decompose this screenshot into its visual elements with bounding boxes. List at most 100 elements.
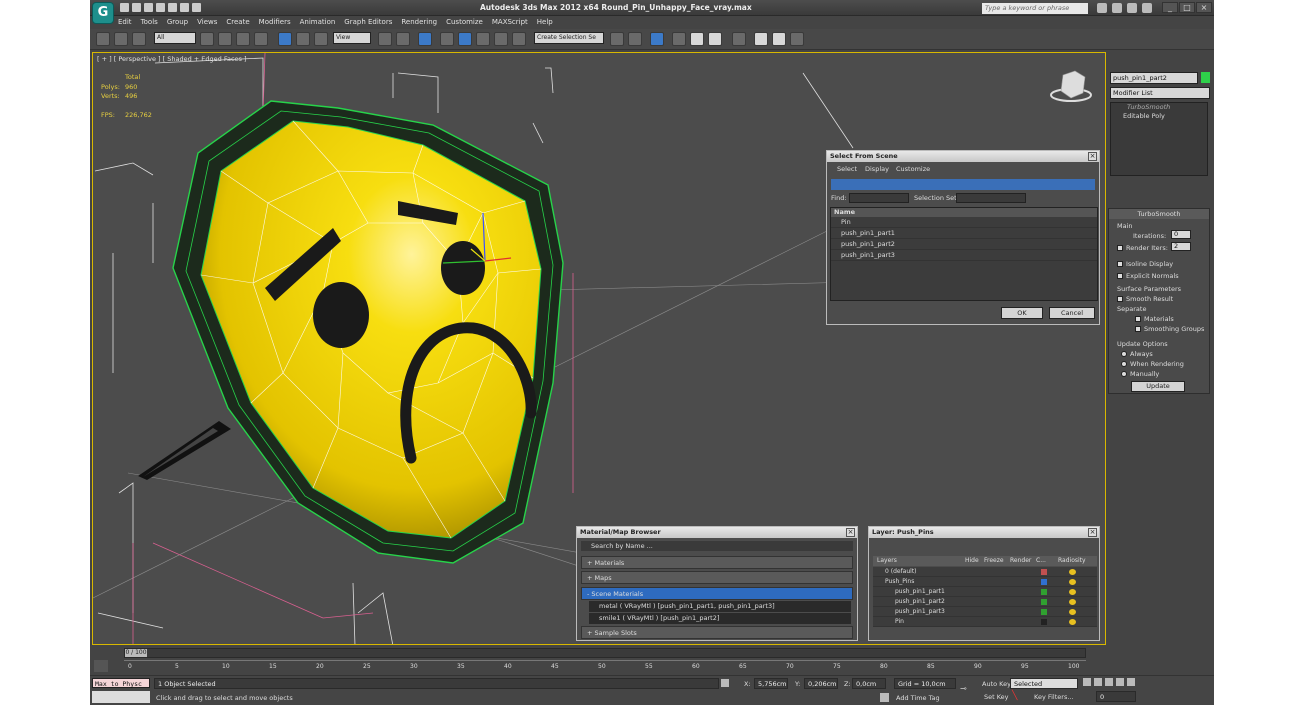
stack-item-editable-poly[interactable]: Editable Poly <box>1111 112 1207 121</box>
key-mode-dropdown[interactable]: Selected <box>1010 678 1078 689</box>
app-logo-button[interactable]: G <box>92 2 114 24</box>
mirror-icon[interactable] <box>610 32 624 46</box>
key-icon[interactable]: ⊸ <box>960 684 974 693</box>
help-search-input[interactable]: Type a keyword or phrase <box>982 3 1088 14</box>
graphite-toggle-icon[interactable] <box>672 32 686 46</box>
y-coordinate[interactable]: 0,206cm <box>804 678 838 689</box>
auto-key-button[interactable]: Auto Key <box>982 680 1011 688</box>
add-time-tag[interactable]: Add Time Tag <box>896 694 940 702</box>
col-hide[interactable]: Hide <box>965 556 979 566</box>
menu-animation[interactable]: Animation <box>300 16 336 29</box>
time-tag-icon[interactable] <box>880 693 889 702</box>
when-rendering-radio[interactable] <box>1121 361 1127 367</box>
trackbar[interactable]: 0 5 10 15 20 25 30 35 40 45 50 55 60 65 70 75 80 85 90 95 10… <box>124 660 1086 674</box>
select-move-icon[interactable] <box>278 32 292 46</box>
object-item-pin[interactable]: Pin <box>831 217 1097 228</box>
render-frame-icon[interactable] <box>772 32 786 46</box>
viewport-navigation[interactable] <box>1150 678 1210 704</box>
select-dialog-filter-toolbar[interactable] <box>831 179 1095 190</box>
layer-toolbar[interactable] <box>877 541 997 552</box>
manually-radio[interactable] <box>1121 371 1127 377</box>
radiosity-icon[interactable] <box>1069 579 1076 585</box>
menu-views[interactable]: Views <box>197 16 217 29</box>
modifier-stack[interactable]: TurboSmooth Editable Poly <box>1110 102 1208 176</box>
window-crossing-icon[interactable] <box>254 32 268 46</box>
smoothing-groups-checkbox[interactable] <box>1135 326 1141 332</box>
layer-row[interactable]: 0 (default) <box>873 567 1097 577</box>
radiosity-icon[interactable] <box>1069 589 1076 595</box>
layer-manager-icon[interactable] <box>650 32 664 46</box>
select-scale-icon[interactable] <box>314 32 328 46</box>
isoline-checkbox[interactable] <box>1117 261 1123 267</box>
spinner-snap-icon[interactable] <box>494 32 508 46</box>
modifier-list-dropdown[interactable]: Modifier List <box>1110 87 1210 99</box>
select-dialog-menu-select[interactable]: Select <box>837 165 857 173</box>
scene-object-list[interactable]: Name Pin push_pin1_part1 push_pin1_part2… <box>830 207 1098 301</box>
maps-group[interactable]: + Maps <box>581 571 853 584</box>
named-selection-dropdown[interactable]: Create Selection Se <box>534 32 604 44</box>
object-color-swatch[interactable] <box>1201 72 1210 83</box>
radiosity-icon[interactable] <box>1069 609 1076 615</box>
select-ok-button[interactable]: OK <box>1001 307 1043 319</box>
layer-color-swatch[interactable] <box>1041 619 1047 625</box>
curve-editor-icon[interactable] <box>690 32 704 46</box>
snaps-toggle-icon[interactable] <box>440 32 454 46</box>
key-filters-button[interactable]: Key Filters... <box>1034 693 1074 701</box>
minimize-button[interactable]: _ <box>1162 2 1178 13</box>
select-dialog-menu-customize[interactable]: Customize <box>896 165 930 173</box>
materials-group[interactable]: + Materials <box>581 556 853 569</box>
layer-list[interactable]: 0 (default) Push_Pins push_pin1_part1 push_… <box>873 567 1097 627</box>
menu-edit[interactable]: Edit <box>118 16 132 29</box>
layer-row[interactable]: Pin <box>873 617 1097 627</box>
menu-group[interactable]: Group <box>167 16 188 29</box>
current-frame-field[interactable]: 0 <box>1096 691 1136 702</box>
selection-filter-dropdown[interactable]: All <box>154 32 196 44</box>
menu-create[interactable]: Create <box>226 16 249 29</box>
col-radiosity[interactable]: Radiosity <box>1058 556 1086 566</box>
perspective-viewport[interactable]: [ + ] [ Perspective ] [ Shaded + Edged F… <box>92 52 1106 645</box>
select-by-name-icon[interactable] <box>218 32 232 46</box>
quick-access-toolbar[interactable] <box>120 3 204 14</box>
scene-materials-group[interactable]: - Scene Materials <box>581 587 853 600</box>
col-layers[interactable]: Layers <box>877 556 897 566</box>
material-search-input[interactable]: Search by Name ... <box>581 541 853 551</box>
object-item-part2[interactable]: push_pin1_part2 <box>831 239 1097 250</box>
menu-maxscript[interactable]: MAXScript <box>492 16 528 29</box>
col-freeze[interactable]: Freeze <box>984 556 1004 566</box>
set-key-icon[interactable]: ╲ <box>1012 691 1022 701</box>
layer-color-swatch[interactable] <box>1041 579 1047 585</box>
unlink-icon[interactable] <box>114 32 128 46</box>
menu-rendering[interactable]: Rendering <box>401 16 437 29</box>
trackbar-toggle[interactable] <box>94 660 108 672</box>
layer-dialog-close-icon[interactable]: × <box>1088 528 1097 537</box>
col-render[interactable]: Render <box>1010 556 1031 566</box>
material-item-smile[interactable]: smile1 ( VRayMtl ) [push_pin1_part2] <box>589 613 851 624</box>
maximize-button[interactable]: □ <box>1179 2 1195 13</box>
command-panel-tabs[interactable] <box>1110 56 1210 68</box>
layer-row[interactable]: push_pin1_part3 <box>873 607 1097 617</box>
select-rotate-icon[interactable] <box>296 32 310 46</box>
select-dialog-close-icon[interactable]: × <box>1088 152 1097 161</box>
reference-coordinate-dropdown[interactable]: View <box>333 32 371 44</box>
radiosity-icon[interactable] <box>1069 599 1076 605</box>
link-icon[interactable] <box>96 32 110 46</box>
render-setup-icon[interactable] <box>754 32 768 46</box>
layer-color-swatch[interactable] <box>1041 569 1047 575</box>
percent-snap-icon[interactable] <box>476 32 490 46</box>
viewport-label[interactable]: [ + ] [ Perspective ] [ Shaded + Edged F… <box>97 55 247 63</box>
col-color[interactable]: C... <box>1036 556 1046 566</box>
keyboard-shortcut-icon[interactable] <box>418 32 432 46</box>
stack-tools[interactable] <box>1114 180 1208 194</box>
playback-controls[interactable] <box>1083 678 1143 689</box>
infocenter-toolbar[interactable] <box>1092 0 1152 15</box>
angle-snap-icon[interactable] <box>458 32 472 46</box>
select-cancel-button[interactable]: Cancel <box>1049 307 1095 319</box>
layer-color-swatch[interactable] <box>1041 599 1047 605</box>
iterations-spinner[interactable]: 0 <box>1171 230 1191 239</box>
material-item-metal[interactable]: metal ( VRayMtl ) [push_pin1_part1, push… <box>589 601 851 612</box>
maxscript-output[interactable] <box>92 691 150 703</box>
align-icon[interactable] <box>628 32 642 46</box>
render-iters-checkbox[interactable] <box>1117 245 1123 251</box>
sample-slots-group[interactable]: + Sample Slots <box>581 626 853 639</box>
time-slider[interactable]: 0 / 100 <box>124 648 1086 658</box>
